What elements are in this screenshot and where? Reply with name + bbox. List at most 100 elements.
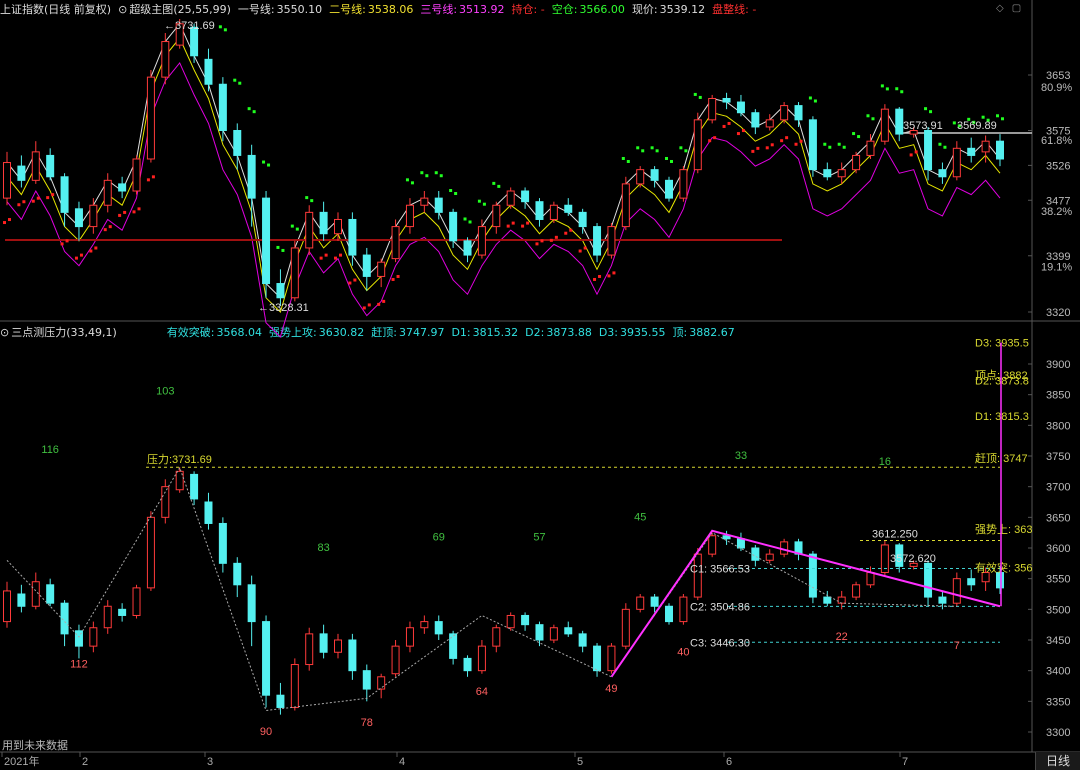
ma-line-white [6, 22, 1001, 299]
candle-body [377, 261, 386, 277]
chart-canvas[interactable]: 36533575352634773399332080.9%61.8%38.2%1… [0, 0, 1080, 770]
right-r_eff: 有效突: 356 [975, 561, 1032, 575]
sar-dot-red [511, 221, 515, 225]
count-label: 16 [879, 456, 891, 468]
sub-candle-body [334, 639, 342, 653]
tab-daily[interactable]: 日线 [1035, 752, 1080, 770]
sar-dot-green [636, 146, 640, 150]
sar-dot-green [1001, 117, 1004, 121]
sar-dot-green [924, 107, 928, 111]
sub-candle-body [262, 621, 271, 696]
sar-dot-red [108, 225, 112, 229]
sar-dot-green [492, 181, 496, 185]
candle-body [132, 158, 141, 192]
fib-level-label: 80.9% [1041, 82, 1072, 94]
count-label: 57 [533, 532, 545, 544]
sar-dot-red [348, 281, 352, 285]
sar-dot-red [17, 203, 21, 207]
count-label: 40 [677, 646, 689, 658]
candle-body [665, 179, 673, 199]
candle-body [895, 108, 904, 135]
candle-body [808, 119, 817, 171]
sar-dot-red [708, 139, 712, 143]
sub-candle-body [621, 608, 630, 647]
sub-candle-body [593, 645, 602, 672]
sar-dot-green [857, 135, 861, 139]
sub-candle-body [866, 572, 875, 586]
sar-dot-red [756, 146, 760, 150]
sar-dot-green [885, 87, 889, 91]
right-r_d2: D2: 3873.8 [975, 376, 1029, 388]
candle-body [161, 41, 170, 78]
sar-dot-green [420, 171, 424, 175]
sar-dot-red [785, 136, 789, 140]
count-label: 33 [735, 450, 747, 462]
candle-body [794, 105, 803, 121]
candle-body [290, 247, 299, 299]
sar-dot-green [698, 95, 702, 99]
candle-body [492, 204, 501, 228]
candle-body [146, 76, 155, 160]
sub-candle-body [420, 621, 429, 629]
sar-dot-red [382, 299, 386, 303]
sub-candle-body [780, 541, 789, 555]
sub-candle-body [218, 522, 227, 564]
sub-candle-body [693, 553, 702, 598]
sar-dot-green [828, 145, 832, 149]
sub-candle-body [506, 614, 515, 629]
candle-body [506, 190, 515, 206]
candle-body [751, 112, 760, 128]
sub-candle-body [132, 587, 141, 616]
p2-label: 3572.620 [890, 553, 936, 565]
sub-candle-body [808, 553, 817, 598]
sar-dot-green [880, 84, 884, 88]
sub-candle-body [46, 584, 55, 604]
sub-candle-body [823, 596, 832, 604]
sar-dot-red [564, 231, 568, 235]
sub-candle-body [3, 590, 11, 623]
time-tick-label: 7 [902, 756, 908, 768]
sub-candle-body [463, 657, 472, 672]
sar-dot-red [137, 207, 141, 211]
pressure-label: 压力:3731.69 [147, 453, 212, 466]
fib-level-label: 61.8% [1041, 135, 1072, 147]
count-label: 22 [836, 631, 848, 643]
sar-dot-green [813, 99, 817, 103]
recent-high-label: 3573.91 [903, 120, 943, 132]
sar-dot-green [218, 25, 222, 29]
sar-dot-red [319, 256, 323, 260]
sub-candle-body [276, 694, 285, 708]
sar-dot-red [367, 303, 371, 307]
candle-body [564, 204, 573, 213]
candle-body [334, 218, 342, 235]
sar-dot-red [377, 302, 381, 306]
sar-dot-red [118, 213, 122, 217]
sub-candle-body [405, 627, 414, 647]
sar-dot-red [794, 142, 798, 146]
candle-body [276, 283, 285, 299]
sar-dot-red [598, 274, 602, 278]
candle-body [477, 226, 486, 256]
candle-body [578, 211, 587, 228]
sub-candle-body [118, 608, 127, 616]
sar-dot-red [3, 221, 6, 225]
count-label: 7 [954, 640, 960, 652]
sub-price-tick-label: 3900 [1046, 359, 1070, 371]
sar-dot-red [353, 278, 357, 282]
sar-dot-green [981, 115, 985, 119]
candle-body [837, 169, 846, 178]
sub-price-tick-label: 3850 [1046, 390, 1070, 402]
sub-candle-body [103, 605, 112, 629]
sar-dot-green [842, 145, 846, 149]
sar-dot-green [938, 142, 942, 146]
sub-candle-body [190, 473, 199, 500]
candle-body [593, 226, 602, 256]
count-label: 116 [41, 444, 59, 456]
sub-candle-body [665, 605, 673, 623]
candle-body [449, 211, 458, 242]
candle-body [362, 254, 371, 277]
sub-candle-body [765, 553, 774, 561]
recent-high-label-2: 3569.89 [957, 120, 997, 132]
sub-candle-body [17, 593, 26, 607]
sar-dot-red [506, 224, 510, 228]
